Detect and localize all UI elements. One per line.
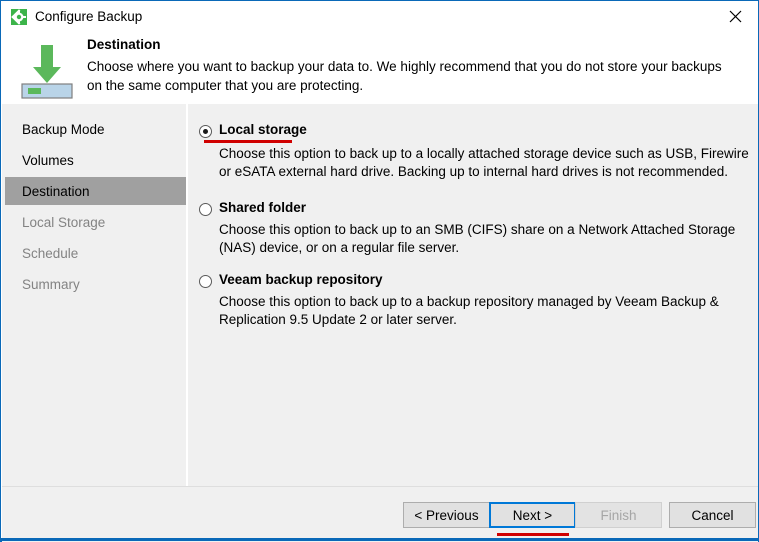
cancel-button[interactable]: Cancel — [669, 502, 756, 528]
wizard-step-sidebar: Backup Mode Volumes Destination Local St… — [2, 104, 186, 486]
local-storage-highlight-underline — [204, 140, 292, 143]
window-title: Configure Backup — [35, 9, 143, 24]
option-shared-folder-header[interactable]: Shared folder — [188, 200, 748, 219]
dialog-footer: < Previous Next > Finish Cancel — [2, 486, 758, 542]
dialog-body: Backup Mode Volumes Destination Local St… — [2, 104, 758, 486]
option-local-storage-description: Choose this option to back up to a local… — [219, 146, 749, 179]
option-veeam-backup-repository-description: Choose this option to back up to a backu… — [219, 294, 719, 327]
next-button[interactable]: Next > — [489, 502, 576, 528]
header-title: Destination — [87, 37, 161, 52]
title-bar: Configure Backup — [1, 1, 758, 31]
sidebar-item-local-storage[interactable]: Local Storage — [5, 208, 186, 236]
radio-veeam-backup-repository[interactable] — [199, 275, 212, 288]
option-local-storage-label: Local storage — [219, 122, 307, 137]
configure-backup-dialog: Configure Backup Destination Choose wher… — [0, 0, 759, 542]
sidebar-item-label: Volumes — [22, 152, 74, 168]
sidebar-item-label: Destination — [22, 183, 90, 199]
sidebar-item-destination[interactable]: Destination — [5, 177, 186, 205]
header-description: Choose where you want to backup your dat… — [87, 59, 722, 93]
sidebar-item-summary[interactable]: Summary — [5, 270, 186, 298]
previous-button[interactable]: < Previous — [403, 502, 490, 528]
sidebar-item-label: Schedule — [22, 245, 79, 261]
option-veeam-backup-repository-header[interactable]: Veeam backup repository — [188, 272, 748, 291]
sidebar-item-label: Local Storage — [22, 214, 106, 230]
sidebar-item-schedule[interactable]: Schedule — [5, 239, 186, 267]
sidebar-item-label: Summary — [22, 276, 80, 292]
window-bottom-accent — [1, 538, 759, 541]
radio-local-storage[interactable] — [199, 125, 212, 138]
close-icon[interactable] — [713, 1, 758, 31]
option-shared-folder-description: Choose this option to back up to an SMB … — [219, 222, 736, 255]
finish-button: Finish — [575, 502, 662, 528]
destination-options-group: Local storage Choose this option to back… — [188, 104, 758, 486]
sidebar-item-volumes[interactable]: Volumes — [5, 146, 186, 174]
sidebar-item-backup-mode[interactable]: Backup Mode — [5, 115, 186, 143]
option-local-storage-header[interactable]: Local storage — [188, 122, 748, 141]
option-shared-folder-label: Shared folder — [219, 200, 307, 215]
option-veeam-backup-repository-label: Veeam backup repository — [219, 272, 383, 287]
next-button-highlight-underline — [497, 533, 569, 536]
radio-shared-folder[interactable] — [199, 203, 212, 216]
sidebar-item-label: Backup Mode — [22, 121, 105, 137]
download-to-disk-icon — [16, 37, 78, 99]
option-local-storage[interactable]: Local storage Choose this option to back… — [188, 122, 749, 179]
option-shared-folder[interactable]: Shared folder Choose this option to back… — [188, 200, 748, 255]
option-veeam-backup-repository[interactable]: Veeam backup repository Choose this opti… — [188, 272, 748, 327]
gear-icon — [11, 9, 27, 25]
page-header: Destination Choose where you want to bac… — [2, 31, 758, 104]
